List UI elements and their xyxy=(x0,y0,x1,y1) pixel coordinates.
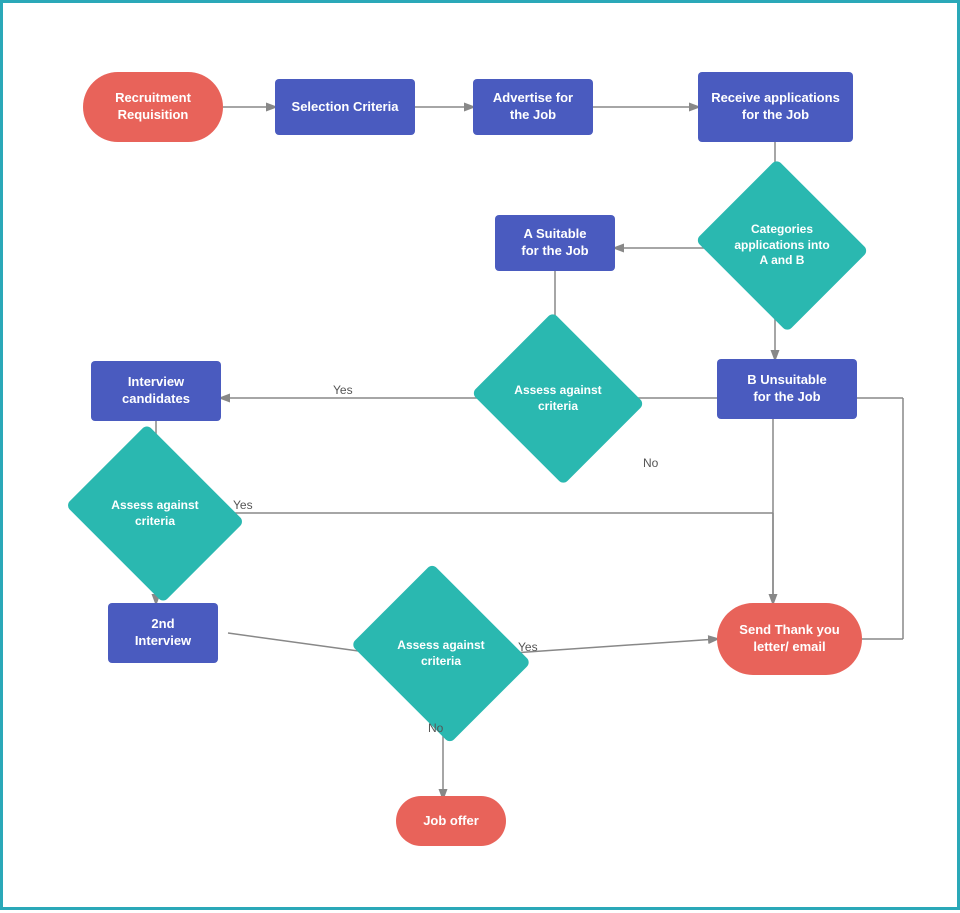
receive-label: Receive applications for the Job xyxy=(711,90,840,124)
advertise-node: Advertise for the Job xyxy=(473,79,593,135)
interview-node: Interview candidates xyxy=(91,361,221,421)
assess2-label: Assess against criteria xyxy=(111,498,198,529)
no1-label: No xyxy=(643,456,658,470)
assess1-node: Assess against criteria xyxy=(493,341,623,456)
advertise-label: Advertise for the Job xyxy=(493,90,573,124)
interview2-label: 2nd Interview xyxy=(135,616,191,650)
categories-node: Categories applications into A and B xyxy=(717,188,847,303)
flowchart-canvas: Recruitment Requisition Selection Criter… xyxy=(0,0,960,910)
interview2-node: 2nd Interview xyxy=(108,603,218,663)
unsuitable-label: B Unsuitable for the Job xyxy=(747,372,826,406)
job-offer-label: Job offer xyxy=(423,813,479,830)
no2-label: No xyxy=(428,721,443,735)
yes1-label: Yes xyxy=(333,383,353,397)
suitable-node: A Suitable for the Job xyxy=(495,215,615,271)
assess2-node: Assess against criteria xyxy=(86,456,224,571)
yes3-label: Yes xyxy=(518,640,538,654)
assess3-label: Assess against criteria xyxy=(397,638,484,669)
assess3-node: Assess against criteria xyxy=(371,596,511,711)
send-thank-label: Send Thank you letter/ email xyxy=(739,622,839,656)
job-offer-node: Job offer xyxy=(396,796,506,846)
unsuitable-node: B Unsuitable for the Job xyxy=(717,359,857,419)
receive-node: Receive applications for the Job xyxy=(698,72,853,142)
yes2-label: Yes xyxy=(233,498,253,512)
send-thank-node: Send Thank you letter/ email xyxy=(717,603,862,675)
selection-criteria-node: Selection Criteria xyxy=(275,79,415,135)
categories-label: Categories applications into A and B xyxy=(734,222,829,269)
assess1-label: Assess against criteria xyxy=(514,383,601,414)
recruitment-requisition-node: Recruitment Requisition xyxy=(83,72,223,142)
interview-label: Interview candidates xyxy=(122,374,190,408)
suitable-label: A Suitable for the Job xyxy=(521,226,588,260)
selection-label: Selection Criteria xyxy=(292,99,399,116)
recruitment-label: Recruitment Requisition xyxy=(115,90,191,124)
